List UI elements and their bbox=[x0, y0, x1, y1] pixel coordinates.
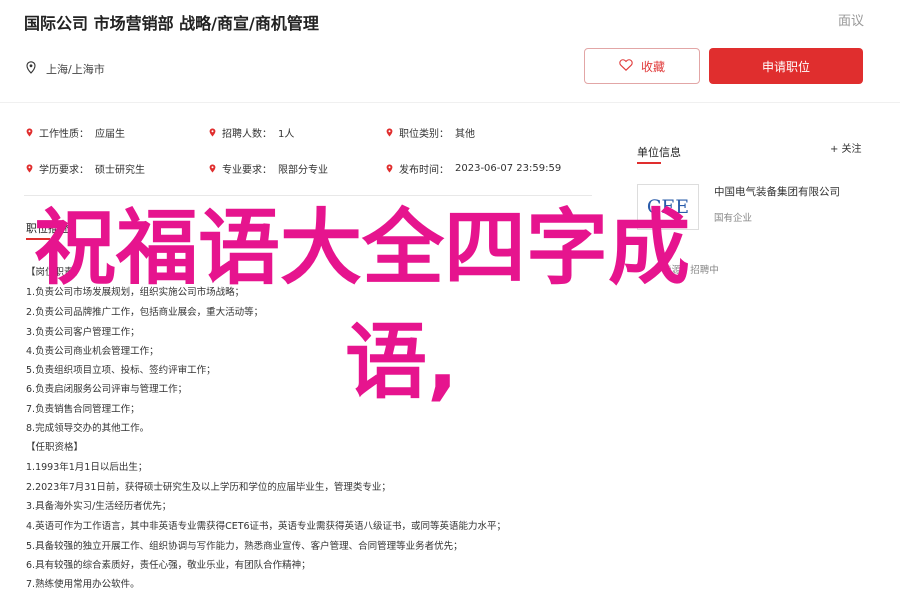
location-text: 上海/上海市 bbox=[46, 63, 105, 76]
salary-label: 面议 bbox=[837, 14, 864, 29]
description-line: 2.负责公司品牌推广工作，包括商业展会，重大活动等； bbox=[26, 307, 264, 318]
info-label: 学历要求： bbox=[39, 165, 89, 176]
favorite-label: 收藏 bbox=[640, 59, 665, 74]
info-publish-time: 发布时间： 2023-06-07 23:59:59 bbox=[386, 161, 561, 176]
description-line: 6.具有较强的综合素质好，责任心强，敬业乐业，有团队合作精神； bbox=[26, 560, 311, 571]
info-label: 工作性质： bbox=[39, 129, 89, 140]
apply-button[interactable]: 申请职位 bbox=[709, 48, 863, 84]
description-line: 4.英语可作为工作语言，其中非英语专业需获得CET6证书，英语专业需获得英语八级… bbox=[26, 521, 507, 532]
info-education: 学历要求： 硕士研究生 bbox=[26, 161, 145, 176]
info-job-type: 工作性质： 应届生 bbox=[26, 125, 125, 140]
company-type: 国有企业 bbox=[714, 213, 753, 224]
job-title: 国际公司 市场营销部 战略/商宣/商机管理 bbox=[24, 14, 319, 33]
marker-icon bbox=[26, 128, 33, 137]
description-line: 5.具备较强的独立开展工作、组织协调与写作能力，熟悉商业宣传、客户管理、合同管理… bbox=[26, 541, 463, 552]
location-pin-icon bbox=[26, 61, 36, 77]
info-category: 职位类别： 其他 bbox=[386, 125, 475, 140]
heart-icon bbox=[619, 58, 633, 74]
info-headcount: 招聘人数： 1人 bbox=[209, 125, 294, 140]
marker-icon bbox=[209, 128, 216, 137]
location: 上海/上海市 bbox=[26, 61, 105, 77]
follow-button[interactable]: + 关注 bbox=[830, 140, 862, 155]
header-divider bbox=[0, 102, 900, 103]
company-name[interactable]: 中国电气装备集团有限公司 bbox=[714, 184, 840, 199]
description-line: 3.具备海外实习/生活经历者优先； bbox=[26, 501, 172, 512]
info-major: 专业要求： 限部分专业 bbox=[209, 161, 328, 176]
description-line: 6.负责启闭服务公司评审与管理工作； bbox=[26, 384, 188, 395]
info-value: 其他 bbox=[455, 129, 475, 140]
description-line: 2.2023年7月31日前，获得硕士研究生及以上学历和学位的应届毕业生，管理类专… bbox=[26, 482, 391, 493]
info-value: 2023-06-07 23:59:59 bbox=[455, 163, 562, 174]
sidebar-title-underline bbox=[637, 162, 661, 164]
info-value: 1人 bbox=[278, 129, 295, 140]
overlay-headline: 祝福语大全四字成 bbox=[34, 201, 691, 296]
description-line: 4.负责公司商业机会管理工作； bbox=[26, 346, 159, 357]
info-label: 招聘人数： bbox=[222, 129, 272, 140]
info-value: 应届生 bbox=[95, 129, 125, 140]
info-label: 职位类别： bbox=[399, 129, 449, 140]
info-value: 限部分专业 bbox=[278, 165, 328, 176]
description-line: 7.负责销售合同管理工作； bbox=[26, 404, 140, 415]
description-line: 3.负责公司客户管理工作； bbox=[26, 327, 140, 338]
marker-icon bbox=[209, 164, 216, 173]
marker-icon bbox=[386, 128, 393, 137]
description-line: 7.熟练使用常用办公软件。 bbox=[26, 579, 140, 590]
info-label: 专业要求： bbox=[222, 165, 272, 176]
description-line: 【任职资格】 bbox=[26, 442, 84, 453]
description-line: 1.1993年1月1日以后出生； bbox=[26, 462, 148, 473]
info-label: 发布时间： bbox=[399, 165, 449, 176]
marker-icon bbox=[26, 164, 33, 173]
marker-icon bbox=[386, 164, 393, 173]
description-line: 5.负责组织项目立项、投标、签约评审工作； bbox=[26, 365, 216, 376]
overlay-headline-cont: 语, bbox=[345, 315, 459, 410]
info-divider bbox=[24, 195, 592, 196]
company-info-title: 单位信息 bbox=[637, 146, 681, 159]
favorite-button[interactable]: 收藏 bbox=[584, 48, 700, 84]
description-line: 8.完成领导交办的其他工作。 bbox=[26, 423, 150, 434]
info-value: 硕士研究生 bbox=[95, 165, 145, 176]
